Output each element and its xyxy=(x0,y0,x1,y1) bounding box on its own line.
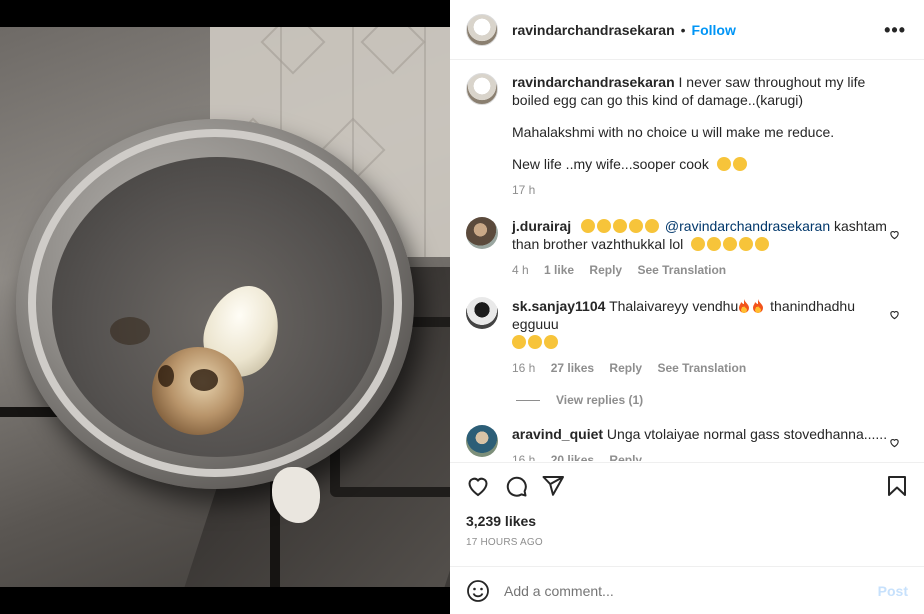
view-replies-label: View replies (1) xyxy=(556,393,644,407)
smile-emoji-icon xyxy=(732,157,747,171)
comment-username[interactable]: aravind_quiet xyxy=(512,426,603,442)
avatar[interactable] xyxy=(466,425,498,457)
photo-egg-burnt xyxy=(152,347,244,435)
laughing-emoji-icon xyxy=(691,237,706,251)
comment-meta: 4 h 1 like Reply See Translation xyxy=(512,261,896,279)
see-translation-button[interactable]: See Translation xyxy=(657,361,746,375)
avatar[interactable] xyxy=(466,13,498,46)
surprised-emoji-icon xyxy=(629,219,644,233)
post-photo[interactable] xyxy=(0,27,450,587)
comment-meta: 16 h 27 likes Reply See Translation xyxy=(512,359,896,377)
fire-emoji-icon xyxy=(739,299,750,313)
divider xyxy=(516,399,540,401)
surprised-emoji-icon xyxy=(597,219,612,233)
emoji-group xyxy=(687,236,771,252)
comment-item: aravind_quiet Unga vtolaiyae normal gass… xyxy=(466,425,908,461)
comment-time[interactable]: 16 h xyxy=(512,361,535,375)
comment-input[interactable] xyxy=(504,582,878,599)
laughing-emoji-icon xyxy=(755,237,770,251)
laughing-emoji-icon xyxy=(739,237,754,251)
more-icon[interactable]: ••• xyxy=(884,20,906,41)
comment-username[interactable]: j.durairaj xyxy=(512,218,571,234)
emoji-icon[interactable] xyxy=(466,579,490,603)
laughing-emoji-icon xyxy=(723,237,738,251)
post-side-panel: ravindarchandrasekaran • Follow ••• ravi… xyxy=(450,0,924,614)
smile-emoji-icon xyxy=(716,157,731,171)
comment-username[interactable]: sk.sanjay1104 xyxy=(512,298,605,314)
post-header: ravindarchandrasekaran • Follow ••• xyxy=(450,0,924,60)
surprised-emoji-icon xyxy=(613,219,628,233)
avatar[interactable] xyxy=(466,73,498,105)
surprised-emoji-icon xyxy=(645,219,660,233)
wall-tile-pattern xyxy=(360,27,426,75)
caption-username[interactable]: ravindarchandrasekaran xyxy=(512,74,675,90)
post-author-username[interactable]: ravindarchandrasekaran xyxy=(512,22,675,38)
comment-item: j.durairaj @ravindarchandrasekaran kasht… xyxy=(466,217,908,279)
rofl-emoji-icon xyxy=(544,335,558,349)
comment-likes[interactable]: 27 likes xyxy=(551,361,594,375)
bookmark-icon[interactable] xyxy=(885,474,909,498)
emoji-group xyxy=(512,334,560,350)
see-translation-button[interactable]: See Translation xyxy=(637,263,726,277)
photo-burn-mark xyxy=(110,317,150,345)
like-comment-heart-icon[interactable] xyxy=(889,229,900,240)
caption-text: Mahalakshmi with no choice u will make m… xyxy=(512,124,835,140)
caption-time[interactable]: 17 h xyxy=(512,183,535,197)
fire-emoji-icon xyxy=(753,299,764,313)
heart-icon[interactable] xyxy=(466,474,490,498)
surprised-emoji-icon xyxy=(581,219,596,233)
comment-time[interactable]: 4 h xyxy=(512,263,529,277)
photo-burn-mark xyxy=(158,365,174,387)
laughing-emoji-icon xyxy=(707,237,722,251)
comment-mention[interactable]: @ravindarchandrasekaran xyxy=(665,218,830,234)
separator-dot: • xyxy=(680,21,686,38)
like-comment-heart-icon[interactable] xyxy=(889,437,900,448)
comment-item: sk.sanjay1104 Thalaivareyy vendhu thanin… xyxy=(466,297,908,377)
reply-button[interactable]: Reply xyxy=(609,361,642,375)
avatar[interactable] xyxy=(466,297,498,329)
caption: ravindarchandrasekaran I never saw throu… xyxy=(466,73,908,199)
comment-likes[interactable]: 20 likes xyxy=(551,453,594,461)
likes-count[interactable]: 3,239 likes xyxy=(466,513,536,529)
view-replies-button[interactable]: View replies (1) xyxy=(516,393,908,407)
add-comment-bar: Post xyxy=(450,566,924,614)
comments-list[interactable]: ravindarchandrasekaran I never saw throu… xyxy=(450,61,924,461)
reply-button[interactable]: Reply xyxy=(589,263,622,277)
post-comment-button[interactable]: Post xyxy=(878,583,908,599)
comment-text: Unga vtolaiyae normal gass stovedhanna..… xyxy=(606,426,888,442)
comment-likes[interactable]: 1 like xyxy=(544,263,574,277)
emoji-group xyxy=(575,218,661,234)
photo-burn-mark xyxy=(190,369,218,391)
caption-text-line: New life ..my wife...sooper cook xyxy=(512,155,896,173)
avatar[interactable] xyxy=(466,217,498,249)
post-actions xyxy=(450,462,924,508)
caption-text: New life ..my wife...sooper cook xyxy=(512,156,709,172)
post-media-panel xyxy=(0,0,450,614)
like-comment-heart-icon[interactable] xyxy=(889,309,900,320)
wall-tile-pattern xyxy=(260,27,326,75)
reply-button[interactable]: Reply xyxy=(609,453,642,461)
share-icon[interactable] xyxy=(541,474,565,498)
post-timestamp[interactable]: 17 HOURS AGO xyxy=(466,537,543,548)
comment-text: Thalaivareyy vendhu xyxy=(609,298,739,314)
comment-meta: 16 h 20 likes Reply xyxy=(512,451,896,461)
rofl-emoji-icon xyxy=(528,335,542,349)
comment-icon[interactable] xyxy=(504,474,528,498)
follow-button[interactable]: Follow xyxy=(692,22,736,38)
rofl-emoji-icon xyxy=(512,335,526,349)
comment-time[interactable]: 16 h xyxy=(512,453,535,461)
caption-meta: 17 h xyxy=(512,181,896,199)
